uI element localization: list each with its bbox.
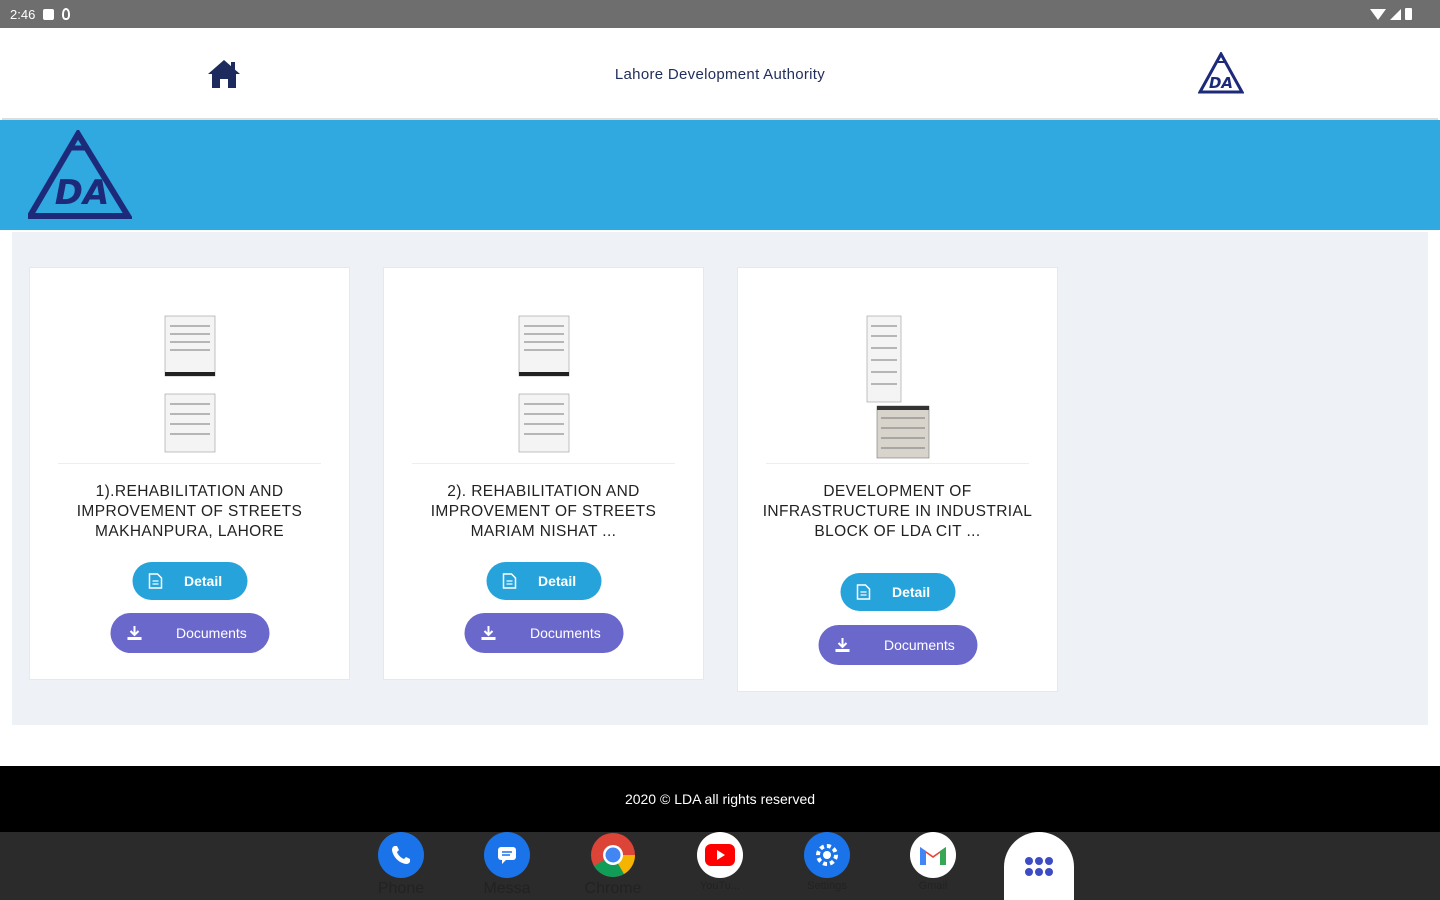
project-card: DEVELOPMENT OF INFRASTRUCTURE IN INDUSTR… [737,267,1058,692]
documents-button[interactable]: Documents [464,613,623,653]
project-thumbnail [866,315,929,459]
documents-button[interactable]: Documents [110,613,269,653]
dock-app-phone[interactable]: Phone [361,832,441,900]
document-icon [502,573,516,589]
app-header: Lahore Development Authority DA [2,28,1438,120]
card-divider [58,463,321,464]
svg-text:DA: DA [55,173,110,213]
project-title: 2). REHABILITATION AND IMPROVEMENT OF ST… [430,483,657,540]
detail-button[interactable]: Detail [132,562,247,600]
project-card: 2). REHABILITATION AND IMPROVEMENT OF ST… [383,267,704,680]
settings-icon [804,832,850,878]
documents-button-label: Documents [884,637,955,653]
detail-button-label: Detail [538,573,577,589]
dock-app-label: Messa [483,880,531,897]
download-icon [127,626,141,640]
status-bar: 2:46 [0,0,1440,28]
card-divider [766,463,1029,464]
card-divider [412,463,675,464]
svg-text:DA: DA [1209,74,1233,92]
dock-app-label: Settings [807,880,847,892]
document-icon [856,584,870,600]
dock-app-messages[interactable]: Messa [467,832,547,900]
phone-icon [378,832,424,878]
battery-icon [1405,8,1412,20]
documents-button-label: Documents [530,625,601,641]
download-icon [481,626,495,640]
gmail-icon [910,832,956,878]
chrome-icon [590,832,636,878]
project-list: 1).REHABILITATION AND IMPROVEMENT OF STR… [12,232,1428,725]
dock-app-chrome[interactable]: Chrome [573,832,653,900]
lda-logo-icon: DA [1198,52,1244,94]
documents-button[interactable]: Documents [818,625,977,665]
dock-app-label: Phone [377,880,425,897]
dock-app-gmail[interactable]: Gmail [893,832,973,900]
lda-logo-icon: DA [28,130,132,219]
notification-icon [43,8,55,20]
launcher-dock: Phone Messa Chrome YouTu... Settings Gma… [0,832,1440,900]
document-icon [148,573,162,589]
project-thumbnail [164,315,215,453]
download-icon [835,638,849,652]
status-time: 2:46 [10,6,36,22]
copyright-text: 2020 © LDA all rights reserved [624,791,816,807]
all-apps-button[interactable] [1004,832,1074,900]
page-footer: 2020 © LDA all rights reserved [0,766,1440,832]
messages-icon [484,832,530,878]
dock-app-label: Chrome [584,880,642,897]
project-title: DEVELOPMENT OF INFRASTRUCTURE IN INDUSTR… [762,483,1033,540]
dock-app-label: YouTu... [699,880,741,892]
dock-app-youtube[interactable]: YouTu... [680,832,760,900]
dock-app-label: Gmail [918,880,948,892]
apps-grid-icon [1025,857,1053,876]
sync-icon [62,8,71,20]
detail-button[interactable]: Detail [486,562,601,600]
wifi-icon [1370,8,1386,20]
project-title: 1).REHABILITATION AND IMPROVEMENT OF STR… [76,483,303,540]
signal-icon [1390,8,1401,20]
detail-button-label: Detail [184,573,223,589]
project-card: 1).REHABILITATION AND IMPROVEMENT OF STR… [29,267,350,680]
documents-button-label: Documents [176,625,247,641]
youtube-icon [697,832,743,878]
detail-button-label: Detail [892,584,931,600]
project-thumbnail [518,315,569,453]
hero-banner: DA [0,120,1440,230]
detail-button[interactable]: Detail [840,573,955,611]
dock-app-settings[interactable]: Settings [787,832,867,900]
